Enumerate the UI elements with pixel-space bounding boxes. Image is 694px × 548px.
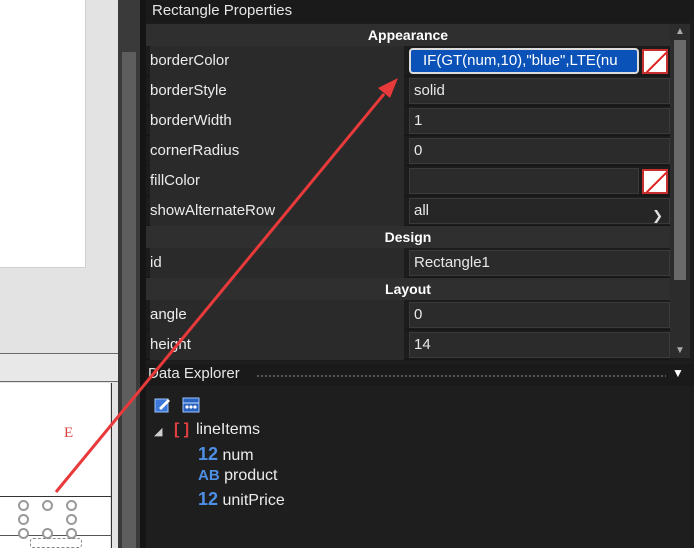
text-type-icon: AB (198, 467, 220, 484)
property-row-border-width[interactable]: borderWidth 1 (146, 106, 670, 136)
band-separator (0, 353, 118, 382)
no-color-swatch-icon[interactable] (642, 169, 668, 194)
angle-input[interactable]: 0 (409, 302, 670, 328)
tree-node-label: product (224, 467, 278, 484)
array-icon: [ ] (174, 421, 190, 438)
corner-radius-input[interactable]: 0 (409, 138, 670, 164)
tree-node-product[interactable]: AB product (198, 467, 278, 485)
property-row-border-style[interactable]: borderStyle solid (146, 76, 670, 106)
tree-node-label: num (222, 447, 254, 464)
number-type-icon: 12 (198, 444, 219, 464)
resize-handle[interactable] (18, 500, 29, 511)
properties-panel-title: Rectangle Properties (146, 0, 694, 22)
property-row-angle[interactable]: angle 0 (146, 300, 670, 330)
category-appearance[interactable]: Appearance (146, 24, 670, 46)
canvas-letter-label: E (64, 425, 74, 441)
band-line (0, 496, 112, 497)
border-style-input[interactable]: solid (409, 78, 670, 104)
design-canvas[interactable]: E (0, 0, 118, 548)
category-design[interactable]: Design (146, 226, 670, 248)
property-row-fill-color[interactable]: fillColor (146, 166, 670, 196)
collapse-triangle-icon[interactable]: ◢ (154, 425, 162, 438)
property-name: borderColor (150, 46, 404, 76)
id-input[interactable]: Rectangle1 (409, 250, 670, 276)
properties-scrollbar-thumb[interactable] (674, 40, 686, 280)
property-row-border-color[interactable]: borderColor IF(GT(num,10),"blue",LTE(nu (146, 46, 670, 76)
property-name: cornerRadius (150, 136, 404, 166)
data-explorer-title: Data Explorer (148, 365, 240, 382)
property-name: borderStyle (150, 76, 404, 106)
property-row-corner-radius[interactable]: cornerRadius 0 (146, 136, 670, 166)
report-page-area (0, 0, 86, 268)
property-name: fillColor (150, 166, 404, 196)
tree-node-unit-price[interactable]: 12 unitPrice (198, 489, 285, 510)
canvas-scrollbar[interactable] (118, 0, 140, 548)
property-name: id (150, 248, 404, 278)
band-line-lower (0, 535, 112, 536)
drag-grip[interactable] (256, 374, 666, 378)
properties-panel: Rectangle Properties Appearance borderCo… (146, 0, 694, 362)
property-name: showAlternateRow (150, 196, 404, 226)
property-row-height[interactable]: height 14 (146, 330, 670, 360)
edit-data-source-icon[interactable] (154, 396, 172, 414)
height-input[interactable]: 14 (409, 332, 670, 358)
resize-handle[interactable] (18, 514, 29, 525)
canvas-edge-line (111, 383, 112, 548)
show-alternate-row-select[interactable]: all ❯ (409, 198, 670, 224)
property-name: borderWidth (150, 106, 404, 136)
resize-handle[interactable] (42, 500, 53, 511)
resize-handle[interactable] (18, 528, 29, 539)
tree-node-num[interactable]: 12 num (198, 444, 254, 465)
data-explorer-header: Data Explorer ▼ (146, 364, 694, 386)
border-width-input[interactable]: 1 (409, 108, 670, 134)
canvas-scrollbar-thumb[interactable] (122, 52, 136, 548)
resize-handle[interactable] (66, 500, 77, 511)
chevron-down-icon: ❯ (652, 208, 663, 223)
tree-node-label: lineItems (196, 421, 261, 438)
property-grid: Appearance borderColor IF(GT(num,10),"bl… (146, 24, 670, 360)
property-row-id[interactable]: id Rectangle1 (146, 248, 670, 278)
dashed-element-outline[interactable] (30, 538, 82, 548)
fill-color-input[interactable] (409, 168, 639, 194)
data-explorer-panel: Data Explorer ▼ ◢ [ ] lineItems 12 num A… (146, 364, 694, 548)
resize-handle[interactable] (66, 514, 77, 525)
panel-menu-icon[interactable]: ▼ (672, 366, 684, 380)
no-color-swatch-icon[interactable] (642, 49, 668, 74)
category-layout[interactable]: Layout (146, 278, 670, 300)
number-type-icon: 12 (198, 489, 219, 509)
scroll-up-icon[interactable]: ▲ (675, 26, 685, 37)
tree-node-label: unitPrice (222, 492, 285, 509)
data-source-grid-icon[interactable] (182, 396, 200, 414)
property-row-show-alternate-row[interactable]: showAlternateRow all ❯ (146, 196, 670, 226)
property-name: height (150, 330, 404, 360)
property-name: angle (150, 300, 404, 330)
scroll-down-icon[interactable]: ▼ (675, 345, 685, 356)
report-body-area (0, 383, 110, 548)
select-value: all (414, 202, 430, 219)
border-color-expression-input[interactable]: IF(GT(num,10),"blue",LTE(nu (409, 48, 639, 74)
properties-scrollbar[interactable]: ▲ ▼ (670, 24, 690, 358)
